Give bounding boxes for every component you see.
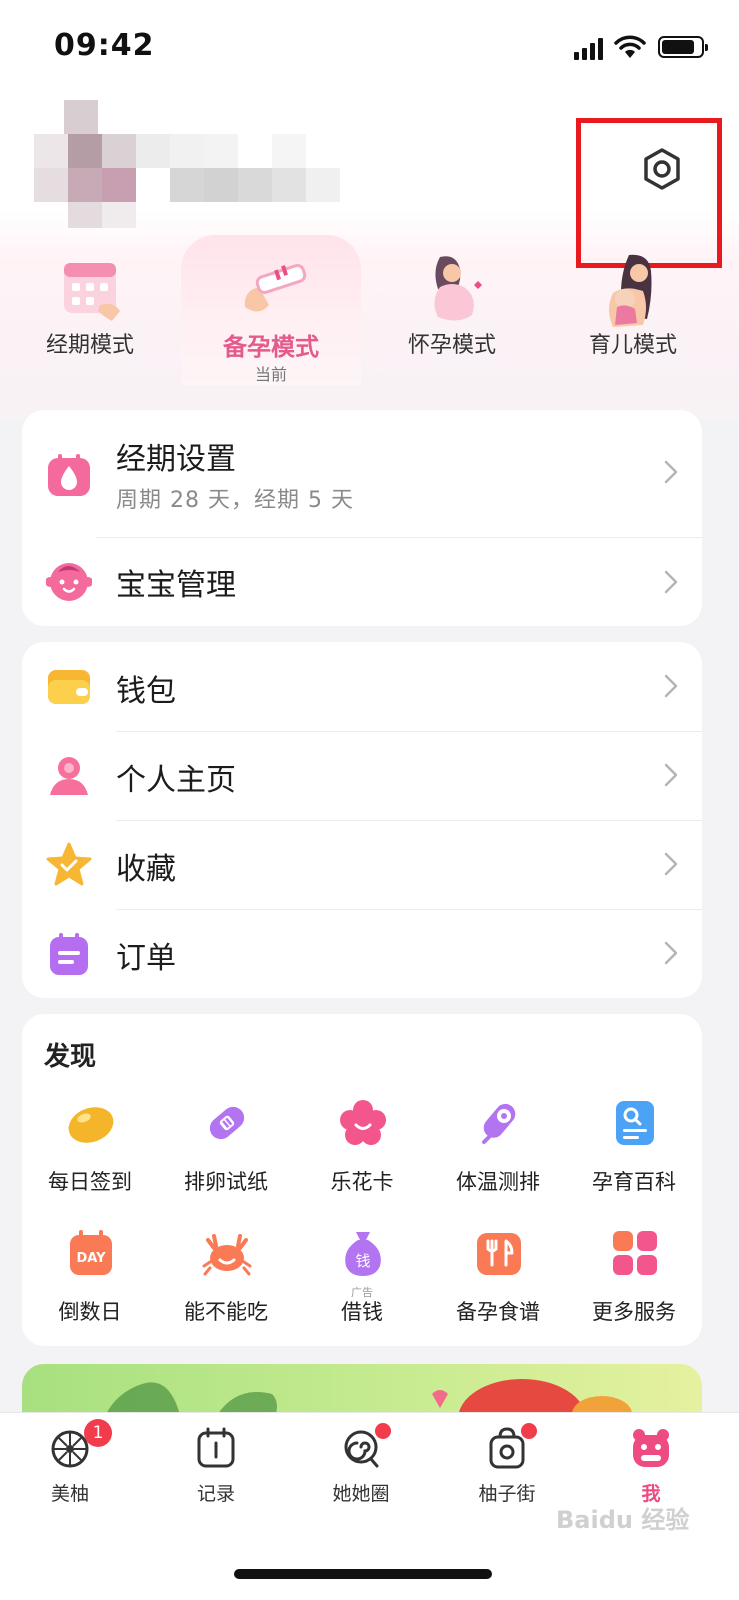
grid-label: 乐花卡 [330, 1170, 394, 1194]
wallet-title: 钱包 [116, 674, 176, 709]
notification-dot [375, 1423, 391, 1439]
countdown-icon: DAY [70, 1230, 112, 1275]
encyclopedia-item[interactable]: 孕育百科 [566, 1098, 702, 1198]
chevron-right-icon [664, 674, 678, 698]
grid-label: 每日签到 [48, 1170, 132, 1194]
grid-label: 体温测排 [456, 1170, 540, 1194]
crab-icon [202, 1234, 252, 1276]
recipe-item[interactable]: 备孕食谱 [430, 1228, 566, 1328]
me-bear-icon [633, 1429, 669, 1467]
mode-label: 育儿模式 [588, 333, 677, 358]
tab-meiyou[interactable]: 1 美柚 [20, 1419, 120, 1527]
current-mode-tag: 当前 [254, 365, 287, 384]
period-settings-title: 经期设置 [116, 442, 236, 477]
signal-icon [574, 38, 606, 60]
mother-baby-illustration-icon [609, 254, 652, 327]
star-icon [46, 842, 92, 886]
grid-label: 借钱 [341, 1300, 383, 1324]
grid-label: 排卵试纸 [184, 1170, 268, 1194]
tab-label: 记录 [196, 1483, 235, 1505]
pregnancy-test-illustration-icon [244, 264, 307, 312]
account-card: 钱包 个人主页 收藏 订单 [22, 642, 702, 998]
grid-label: 能不能吃 [184, 1300, 268, 1324]
battery-icon [658, 36, 708, 58]
profile-page-title: 个人主页 [116, 763, 236, 798]
tab-label: 柚子街 [478, 1483, 536, 1505]
order-icon [50, 933, 88, 975]
flower-card-item[interactable]: 乐花卡 [294, 1098, 430, 1198]
wifi-icon [614, 35, 646, 58]
orders-row[interactable]: 订单 [22, 909, 702, 998]
grid-label: 孕育百科 [592, 1170, 676, 1194]
mode-label: 经期模式 [45, 333, 134, 358]
flower-card-icon [340, 1100, 386, 1145]
money-bag-icon-text: 钱 [355, 1252, 370, 1270]
chevron-right-icon [664, 460, 678, 484]
countdown-item[interactable]: DAY 倒数日 [22, 1228, 158, 1328]
more-services-item[interactable]: 更多服务 [566, 1228, 702, 1328]
favorites-title: 收藏 [116, 852, 176, 887]
mode-label: 怀孕模式 [407, 333, 496, 358]
grid-label: 备孕食谱 [456, 1300, 540, 1324]
discover-card: 发现 每日签到 排卵试纸 乐花卡 体温测排 孕育百科 DAY 倒数日 能不能吃 … [22, 1014, 702, 1346]
person-icon [50, 757, 88, 795]
tab-label: 她她圈 [332, 1483, 390, 1505]
more-services-icon [613, 1231, 657, 1275]
period-settings-row[interactable]: 经期设置 周期 28 天，经期 5 天 [22, 410, 702, 538]
ovulation-strip-icon [209, 1106, 245, 1140]
encyclopedia-icon [616, 1101, 654, 1145]
mode-tabs: 经期模式 备孕模式 当前 怀孕模式 育儿模式 [0, 235, 739, 385]
grid-label: 更多服务 [592, 1300, 676, 1324]
notification-badge: 1 [84, 1419, 112, 1447]
temperature-item[interactable]: 体温测排 [430, 1098, 566, 1198]
settings-card: 经期设置 周期 28 天，经期 5 天 宝宝管理 [22, 410, 702, 626]
home-indicator [234, 1569, 492, 1579]
baby-face-icon [46, 563, 92, 601]
mode-label: 备孕模式 [223, 333, 319, 361]
chevron-right-icon [664, 941, 678, 965]
money-bag-icon: 钱 [345, 1232, 381, 1276]
pregnant-woman-illustration-icon [434, 256, 482, 321]
can-i-eat-item[interactable]: 能不能吃 [158, 1228, 294, 1328]
favorites-row[interactable]: 收藏 [22, 820, 702, 909]
wallet-icon [48, 670, 90, 704]
chevron-right-icon [664, 852, 678, 876]
tab-pregnancy-mode[interactable]: 怀孕模式 [362, 235, 542, 385]
tab-community[interactable]: 她她圈 [311, 1423, 411, 1527]
recipe-icon [477, 1233, 521, 1275]
daily-checkin-item[interactable]: 每日签到 [22, 1098, 158, 1198]
chevron-right-icon [664, 570, 678, 594]
notification-dot [521, 1423, 537, 1439]
avatar-blurred[interactable] [34, 100, 364, 230]
chevron-right-icon [664, 763, 678, 787]
tab-label: 美柚 [50, 1483, 89, 1505]
status-bar: 09:42 [0, 0, 739, 90]
tab-preparation-mode[interactable]: 备孕模式 当前 [181, 235, 361, 385]
discover-title: 发现 [44, 1042, 97, 1072]
ovulation-strip-item[interactable]: 排卵试纸 [158, 1098, 294, 1198]
tab-shop[interactable]: 柚子街 [457, 1423, 557, 1527]
period-drop-icon [48, 454, 90, 496]
baby-management-title: 宝宝管理 [116, 568, 236, 603]
baby-management-row[interactable]: 宝宝管理 [22, 538, 702, 626]
period-settings-summary: 周期 28 天，经期 5 天 [116, 488, 354, 513]
tab-period-mode[interactable]: 经期模式 [0, 235, 180, 385]
record-calendar-icon [197, 1427, 235, 1468]
tab-record[interactable]: 记录 [166, 1427, 266, 1527]
tab-parenting-mode[interactable]: 育儿模式 [543, 235, 723, 385]
profile-page-row[interactable]: 个人主页 [22, 731, 702, 820]
orders-title: 订单 [116, 941, 176, 976]
status-time: 09:42 [54, 28, 155, 63]
grid-label: 倒数日 [58, 1300, 122, 1324]
thermometer-icon [482, 1103, 516, 1144]
borrow-money-item[interactable]: 钱 广告 借钱 [294, 1228, 430, 1328]
bean-icon [68, 1107, 114, 1143]
watermark: Baidu 经验 [556, 1506, 690, 1534]
countdown-icon-text: DAY [76, 1251, 106, 1266]
calendar-illustration-icon [64, 263, 120, 321]
wallet-row[interactable]: 钱包 [22, 642, 702, 731]
